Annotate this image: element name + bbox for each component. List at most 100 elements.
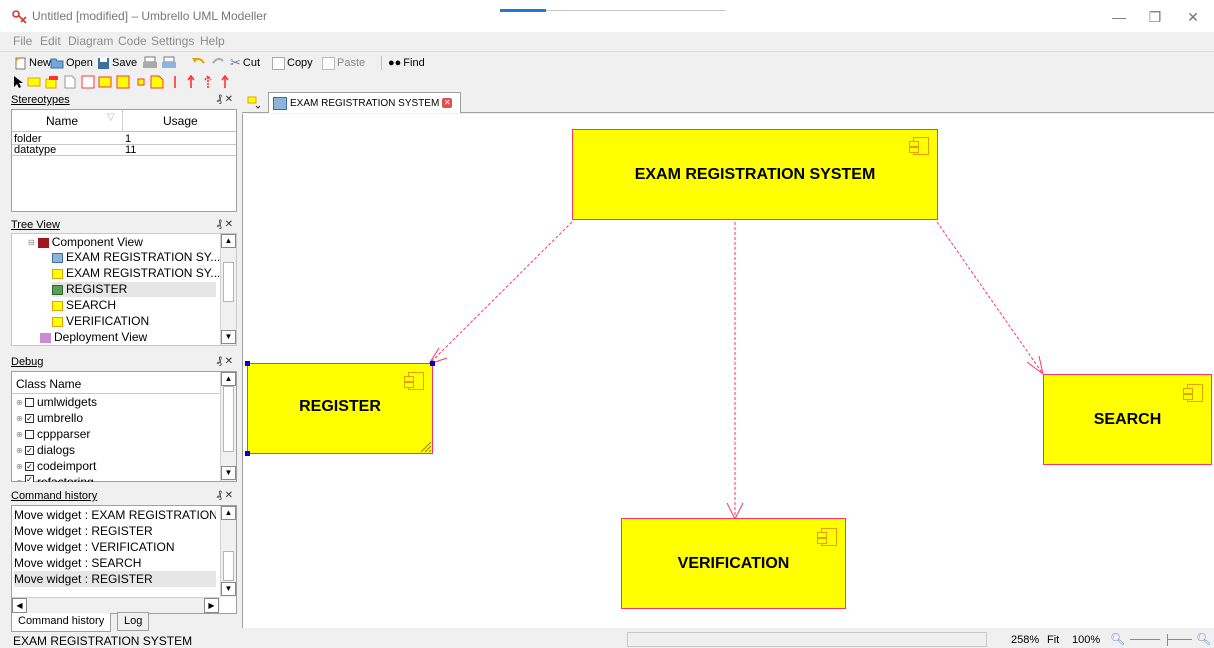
list-item[interactable]: Move widget : SEARCH [14,555,216,571]
scroll-down-icon[interactable]: ▼ [221,330,236,344]
debug-item[interactable]: ⊕ umlwidgets [16,395,97,410]
list-item[interactable]: Move widget : EXAM REGISTRATION S [14,507,216,523]
open-button[interactable]: Open [50,55,93,71]
tree-item-diagram[interactable]: EXAM REGISTRATION SY... [52,250,220,265]
class-name-column[interactable]: Class Name [16,377,81,391]
debug-checkbox[interactable]: ✓ [25,475,34,482]
artifact-tool-icon[interactable] [63,75,77,89]
scroll-down-icon[interactable]: ▼ [221,582,236,596]
tree-scrollbar[interactable]: ▲ ▼ [220,234,236,345]
scroll-up-icon[interactable]: ▲ [221,372,236,386]
zoom-slider[interactable] [1130,639,1160,640]
small-box-tool-icon[interactable] [134,75,148,89]
note-tool-icon[interactable] [150,75,164,89]
close-button[interactable]: ✕ [1178,6,1208,28]
debug-item[interactable]: ⊕ ✓ dialogs [16,443,75,458]
debug-item[interactable]: ⊕ ✓ codeimport [16,459,96,474]
tab-exam-registration-system[interactable]: EXAM REGISTRATION SYSTEM ✕ [268,92,462,113]
list-item[interactable]: Move widget : REGISTER [14,523,216,539]
debug-checkbox[interactable] [25,398,34,407]
scroll-up-icon[interactable]: ▲ [221,234,236,248]
debug-checkbox[interactable] [25,430,34,439]
scroll-right-icon[interactable]: ▶ [204,598,219,613]
dock-controls[interactable]: ₰ ✕ [217,354,233,370]
copy-button[interactable]: Copy [272,55,313,71]
stereotype-name-column[interactable]: Name [46,114,78,128]
scroll-down-icon[interactable]: ▼ [221,466,236,480]
component-verification[interactable]: VERIFICATION [621,518,846,609]
interface-tool-icon[interactable] [98,75,112,89]
dock-controls[interactable]: ₰ ✕ [217,217,233,233]
component-search[interactable]: SEARCH [1043,374,1212,465]
tree-item-verification[interactable]: VERIFICATION [52,314,149,329]
zoom-out-icon[interactable]: 🔍︎ [1110,632,1125,646]
box-tool-icon[interactable] [81,75,95,89]
list-item[interactable]: Move widget : VERIFICATION [14,539,216,555]
debug-item[interactable]: ⊕ cppparser [16,427,90,442]
tree-item-component-view[interactable]: ⊟ Component View [28,235,143,250]
list-item[interactable]: Move widget : REGISTER [14,571,216,587]
dock-controls[interactable]: ₰ ✕ [217,92,233,108]
debug-checkbox[interactable]: ✓ [25,446,34,455]
debug-checkbox[interactable]: ✓ [25,414,34,423]
tree-item-search[interactable]: SEARCH [52,298,116,313]
cut-button[interactable]: ✂ Cut [230,55,260,71]
tab-log[interactable]: Log [117,612,150,631]
diagram-canvas[interactable]: EXAM REGISTRATION SYSTEM REGISTER SEARCH… [242,114,1214,628]
scroll-thumb[interactable] [223,386,234,452]
selection-handle[interactable] [245,451,250,456]
paste-button[interactable]: Paste [322,55,365,71]
close-tab-icon[interactable]: ✕ [442,98,453,108]
menu-settings[interactable]: Settings [151,34,194,48]
zoom-slider-handle[interactable] [1167,634,1168,646]
table-row[interactable]: datatype 11 [12,145,236,156]
scroll-thumb[interactable] [223,262,234,302]
menu-help[interactable]: Help [200,34,225,48]
arrow-to-search[interactable] [936,221,1044,375]
selection-handle[interactable] [430,361,435,366]
save-button[interactable]: Save [97,55,137,71]
dependency-arrow-icon[interactable] [184,75,198,89]
redo-icon[interactable] [210,55,226,71]
print-icon[interactable] [142,55,158,71]
find-button[interactable]: ●● Find [388,55,425,71]
zoom-fit-button[interactable]: Fit [1047,634,1059,646]
restore-button[interactable]: ❐ [1140,6,1170,28]
new-diagram-menu-icon[interactable] [247,96,261,109]
node-tool-icon[interactable] [45,75,59,89]
anchor-line-icon[interactable] [168,75,182,89]
debug-item[interactable]: ⊕✓refactoring [16,475,94,482]
debug-item[interactable]: ⊕ ✓ umbrello [16,411,83,426]
command-history-vscrollbar[interactable]: ▲ ▼ [220,506,236,597]
resize-grip-icon[interactable] [418,439,432,453]
stereotype-usage-column[interactable]: Usage [163,114,198,128]
select-arrow-icon[interactable] [11,75,25,89]
component-register[interactable]: REGISTER [245,361,435,456]
tree-item-component[interactable]: EXAM REGISTRATION SY... [52,266,220,281]
menu-file[interactable]: File [13,34,32,48]
minimize-button[interactable]: — [1104,6,1134,28]
menu-edit[interactable]: Edit [40,34,61,48]
zoom-100-button[interactable]: 100% [1072,634,1100,646]
print-preview-icon[interactable] [161,55,177,71]
menu-code[interactable]: Code [118,34,147,48]
tree-item-register[interactable]: REGISTER [52,282,216,297]
command-history-hscrollbar[interactable]: ◀ ▶ [12,597,220,613]
undo-icon[interactable] [191,55,207,71]
new-button[interactable]: New [14,55,51,71]
association-arrow-icon[interactable] [201,75,215,89]
scroll-up-icon[interactable]: ▲ [221,506,236,520]
debug-checkbox[interactable]: ✓ [25,462,34,471]
selection-handle[interactable] [245,361,250,366]
menu-diagram[interactable]: Diagram [68,34,113,48]
zoom-in-icon[interactable]: 🔍︎ [1196,632,1211,646]
tab-command-history[interactable]: Command history [11,613,112,632]
debug-scrollbar[interactable]: ▲ ▼ [220,372,236,481]
realization-arrow-icon[interactable] [218,75,232,89]
scroll-left-icon[interactable]: ◀ [12,598,27,613]
scroll-thumb[interactable] [223,551,234,581]
arrow-to-register[interactable] [428,221,573,365]
tree-item-deployment-view[interactable]: Deployment View [40,330,147,345]
port-tool-icon[interactable] [116,75,130,89]
component-exam-registration-system[interactable]: EXAM REGISTRATION SYSTEM [572,129,938,220]
